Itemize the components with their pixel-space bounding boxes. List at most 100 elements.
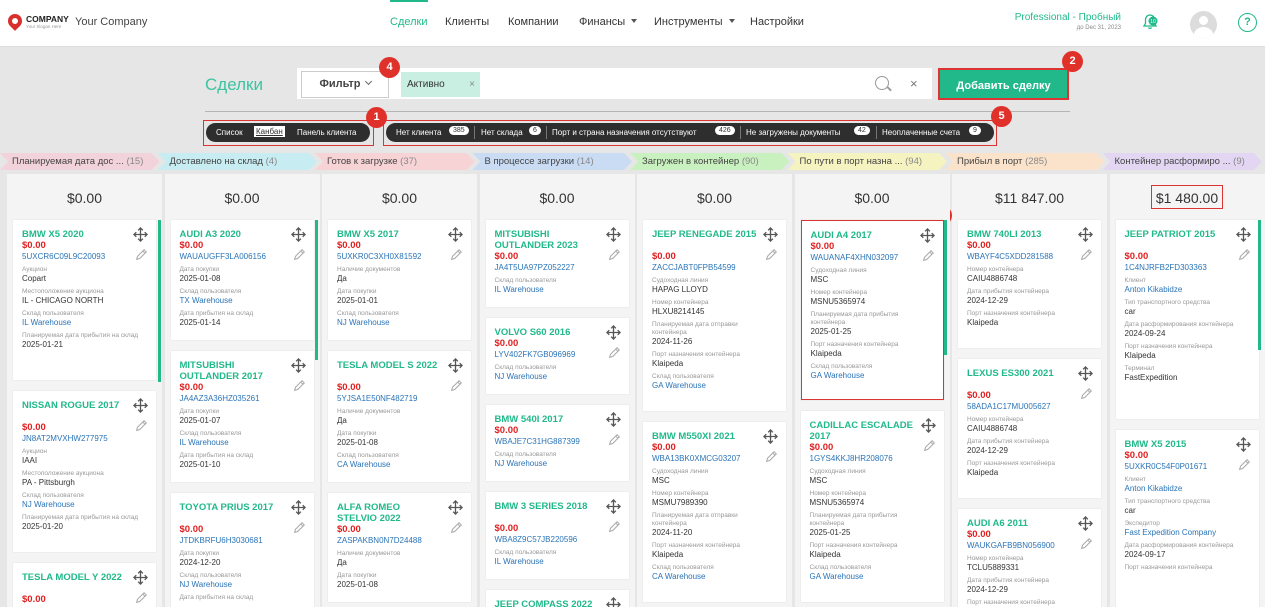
edit-pencil-icon[interactable] [449,379,463,393]
deal-vin-link[interactable]: WBAYF4C5XDD281588 [967,251,1087,262]
edit-pencil-icon[interactable] [1079,387,1093,401]
field-link[interactable]: GA Warehouse [652,381,772,391]
deal-vin-link[interactable]: WAUKGAFB9BN056900 [967,540,1087,551]
column-scrollbar[interactable] [315,220,318,360]
remove-filter-icon[interactable]: × [469,72,475,97]
deal-title[interactable]: ALFA ROMEO STELVIO 2022 [337,502,442,524]
deal-card[interactable]: ALFA ROMEO STELVIO 2022 $0.00 ZASPAKBN0N7D… [328,493,471,602]
deal-vin-link[interactable]: WAUANAF4XHN032097 [811,252,931,263]
deal-vin-link[interactable]: JTDKBRFU6H3030681 [180,535,300,546]
deal-card[interactable]: VOLVO S60 2016 $0.00 LYV402FK7GB096969 Скла… [485,318,629,394]
field-link[interactable]: TX Warehouse [180,296,300,306]
deal-vin-link[interactable]: 5UXKR0C3XH0X81592 [337,251,457,262]
deal-title[interactable]: BMW 3 SERIES 2018 [495,501,600,512]
drag-move-icon[interactable] [920,418,936,433]
field-link[interactable]: NJ Warehouse [495,372,615,382]
drag-move-icon[interactable] [605,412,621,427]
deal-card[interactable]: MITSUBISHI OUTLANDER 2023 $0.00 JA4T5UA97P… [485,220,629,307]
edit-pencil-icon[interactable] [1079,537,1093,551]
company-name[interactable]: Your Company [75,16,147,28]
stage-8[interactable]: Контейнер расформиро ... (9) [1103,153,1263,170]
drag-move-icon[interactable] [605,499,621,514]
deal-card[interactable]: BMW X5 2015 $0.00 5UXKR0C54F0P01671 Клиент A… [1115,430,1259,607]
field-link[interactable]: IL Warehouse [22,318,142,328]
deal-card[interactable]: BMW 740LI 2013 $0.00 WBAYF4C5XDD281588 Номе… [958,220,1101,348]
stage-5[interactable]: Загружен в контейнер (90) [630,153,790,170]
drag-move-icon[interactable] [448,500,463,515]
deal-vin-link[interactable]: WBAJE7C31HG887399 [495,436,615,447]
stage-7[interactable]: Прибыл в порт (285) [945,153,1105,170]
deal-title[interactable]: JEEP PATRIOT 2015 [1125,229,1230,240]
deal-title[interactable]: AUDI A4 2017 [811,230,916,241]
deal-card[interactable]: AUDI A6 2011 $0.00 WAUKGAFB9BN056900 Номер … [958,509,1101,607]
column-scrollbar[interactable] [158,220,161,382]
deal-vin-link[interactable]: ZACCJABT0FPB54599 [652,262,772,273]
edit-pencil-icon[interactable] [134,591,148,605]
edit-pencil-icon[interactable] [922,439,936,453]
deal-card[interactable]: AUDI A4 2017 $0.00 WAUANAF4XHN032097 Судохо… [800,220,944,400]
deal-vin-link[interactable]: LYV402FK7GB096969 [495,349,615,360]
edit-pencil-icon[interactable] [921,249,935,263]
deal-vin-link[interactable]: WBA13BK0XMCG03207 [652,453,772,464]
deal-card[interactable]: LEXUS ES300 2021 $0.00 58ADA1C17MU005627 Но… [958,359,1101,498]
deal-vin-link[interactable]: 58ADA1C17MU005627 [967,401,1087,412]
deal-title[interactable]: BMW X5 2017 [337,229,442,240]
edit-pencil-icon[interactable] [134,419,148,433]
menu-item-tools[interactable]: Инструменты [654,16,735,28]
edit-pencil-icon[interactable] [764,248,778,262]
add-deal-button[interactable]: Добавить сделку [938,68,1069,100]
deal-vin-link[interactable]: WBA8Z9C57JB220596 [495,534,615,545]
stage-4[interactable]: В процессе загрузки (14) [473,153,633,170]
menu-item-clients[interactable]: Клиенты [445,16,489,28]
deal-title[interactable]: MITSUBISHI OUTLANDER 2023 [495,229,600,251]
deal-vin-link[interactable]: 5UXCR6C09L9C20093 [22,251,142,262]
deal-title[interactable]: BMW 540I 2017 [495,414,600,425]
field-link[interactable]: NJ Warehouse [337,318,457,328]
deal-title[interactable]: LEXUS ES300 2021 [967,368,1072,379]
edit-pencil-icon[interactable] [607,248,621,262]
deal-card[interactable]: NISSAN ROGUE 2017 $0.00 JN8AT2MVXHW277975 А… [13,391,156,552]
drag-move-icon[interactable] [1235,227,1251,242]
edit-pencil-icon[interactable] [607,520,621,534]
field-link[interactable]: CA Warehouse [337,460,457,470]
plan-label[interactable]: Professional - Пробный [1015,12,1121,23]
drag-move-icon[interactable] [290,500,306,515]
field-link[interactable]: NJ Warehouse [180,580,300,590]
deal-title[interactable]: TESLA MODEL S 2022 [337,360,442,371]
edit-pencil-icon[interactable] [1237,248,1251,262]
drag-move-icon[interactable] [1078,227,1093,242]
drag-move-icon[interactable] [605,227,621,242]
deal-vin-link[interactable]: 1C4NJRFB2FD303363 [1125,262,1245,273]
edit-pencil-icon[interactable] [449,521,463,535]
drag-move-icon[interactable] [1078,366,1093,381]
drag-move-icon[interactable] [448,358,463,373]
deal-card[interactable]: MITSUBISHI OUTLANDER 2017 $0.00 JA4AZ3A36H… [170,351,314,482]
field-link[interactable]: IL Warehouse [495,285,615,295]
deal-card[interactable]: BMW 540I 2017 $0.00 WBAJE7C31HG887399 Склад… [485,405,629,481]
filter-dropdown-button[interactable]: Фильтр [301,71,389,98]
deal-title[interactable]: AUDI A6 2011 [967,518,1072,529]
drag-move-icon[interactable] [763,429,778,444]
company-logo[interactable]: COMPANY Your Slogan Here [5,11,69,33]
drag-move-icon[interactable] [133,398,148,413]
menu-item-deals[interactable]: Сделки [390,0,428,28]
deal-card[interactable]: JEEP RENEGADE 2015 $0.00 ZACCJABT0FPB54599… [643,220,786,411]
drag-move-icon[interactable] [290,227,306,242]
field-link[interactable]: IL Warehouse [495,557,615,567]
edit-pencil-icon[interactable] [292,248,306,262]
user-avatar[interactable] [1190,11,1217,38]
deal-vin-link[interactable]: JN8AT2MVXHW277975 [22,433,142,444]
deal-title[interactable]: JEEP COMPASS 2022 [495,599,600,607]
deal-vin-link[interactable]: JA4AZ3A36HZ035261 [180,393,300,404]
deal-title[interactable]: CADILLAC ESCALADE 2017 [810,420,915,442]
stage-3[interactable]: Готов к загрузке (37) [315,153,475,170]
clear-search-icon[interactable]: × [910,76,918,91]
drag-move-icon[interactable] [763,227,778,242]
field-link[interactable]: Fast Expedition Company [1125,528,1245,538]
deal-title[interactable]: JEEP RENEGADE 2015 [652,229,757,240]
deal-card[interactable]: JEEP PATRIOT 2015 $0.00 1C4NJRFB2FD303363 К… [1115,220,1259,419]
edit-pencil-icon[interactable] [764,450,778,464]
field-link[interactable]: IL Warehouse [180,438,300,448]
notification-bell-icon[interactable]: 10 [1142,14,1158,30]
field-link[interactable]: Anton Kikabidze [1125,484,1245,494]
